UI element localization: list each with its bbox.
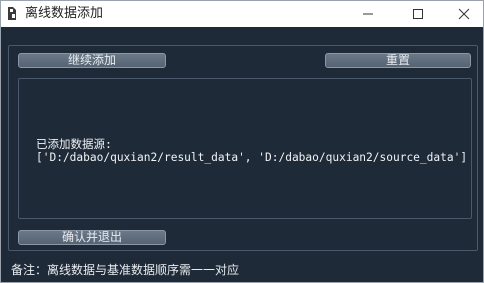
data-source-output[interactable]: 已添加数据源: ['D:/dabao/quxian2/result_data',… xyxy=(18,78,472,219)
output-label: 已添加数据源: xyxy=(36,137,112,151)
minimize-button[interactable] xyxy=(345,1,391,27)
minimize-icon xyxy=(362,8,374,20)
title-bar[interactable]: 离线数据添加 xyxy=(1,1,483,27)
app-icon xyxy=(7,6,17,21)
window-title: 离线数据添加 xyxy=(25,6,104,21)
maximize-icon xyxy=(412,8,424,20)
close-icon xyxy=(458,8,470,20)
app-window: 离线数据添加 继续添加 重置 已添加数据源: ['D:/dabao/quxian… xyxy=(0,0,484,283)
maximize-button[interactable] xyxy=(395,1,441,27)
output-source-list: ['D:/dabao/quxian2/result_data', 'D:/dab… xyxy=(36,151,468,164)
reset-button[interactable]: 重置 xyxy=(325,53,471,68)
continue-add-button[interactable]: 继续添加 xyxy=(18,53,166,68)
note-text: 备注：离线数据与基准数据顺序需一一对应 xyxy=(11,263,240,277)
confirm-exit-button[interactable]: 确认并退出 xyxy=(18,230,166,245)
close-button[interactable] xyxy=(441,1,484,27)
